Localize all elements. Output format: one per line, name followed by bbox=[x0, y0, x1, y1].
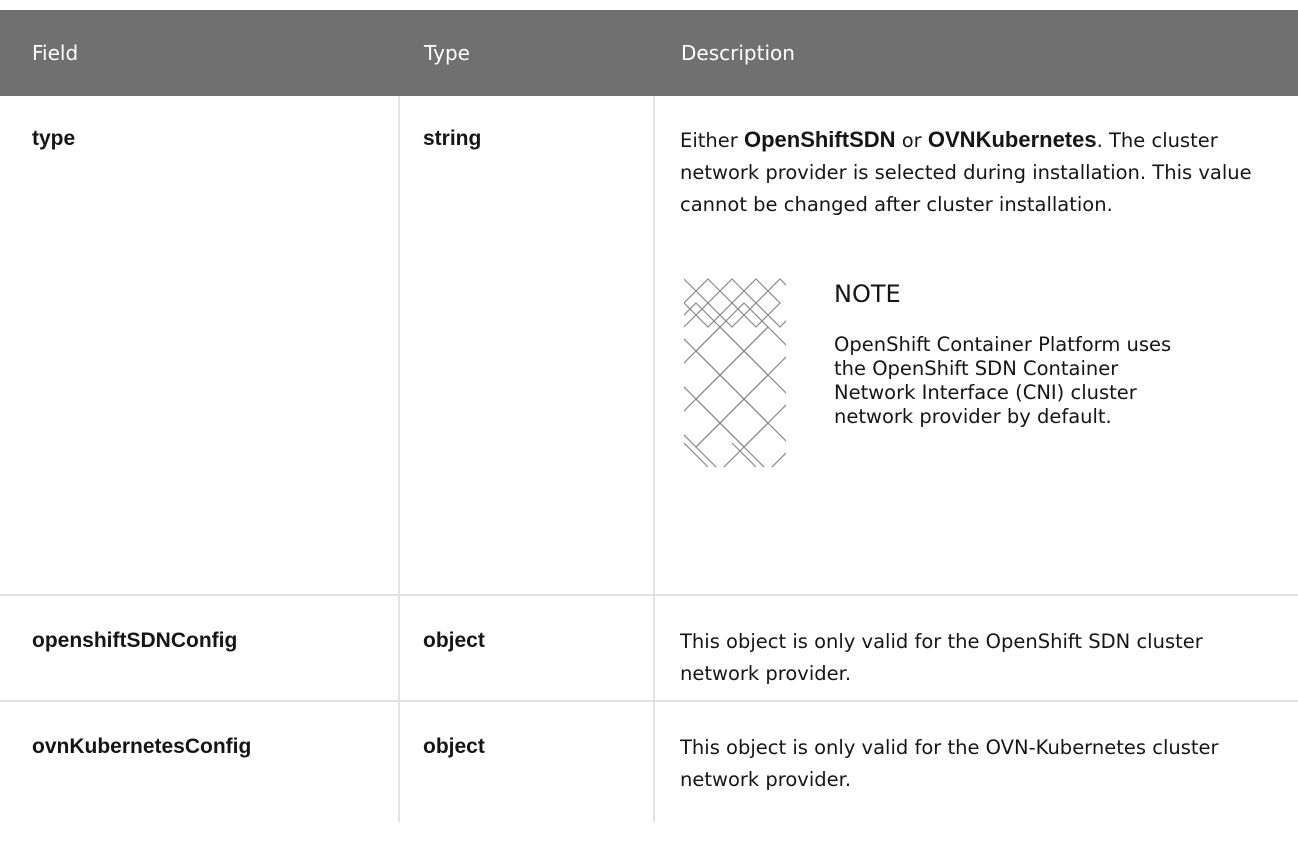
field-name: ovnKubernetesConfig bbox=[0, 702, 400, 822]
field-description: Either OpenShiftSDN or OVNKubernetes. Th… bbox=[655, 96, 1298, 594]
table-row: type string Either OpenShiftSDN or OVNKu… bbox=[0, 96, 1298, 596]
description-text: Either OpenShiftSDN or OVNKubernetes. Th… bbox=[680, 124, 1278, 221]
description-prefix: Either bbox=[680, 129, 744, 152]
field-description: This object is only valid for the OVN-Ku… bbox=[680, 736, 1219, 791]
description-bold-openshiftsdn: OpenShiftSDN bbox=[743, 127, 896, 152]
table-header: Field Type Description bbox=[0, 10, 1298, 96]
header-type: Type bbox=[424, 41, 470, 65]
field-table: Field Type Description type string Eithe… bbox=[0, 10, 1298, 822]
table-row: openshiftSDNConfig object This object is… bbox=[0, 596, 1298, 702]
description-bold-ovnkubernetes: OVNKubernetes bbox=[927, 127, 1097, 152]
description-middle: or bbox=[895, 129, 928, 152]
note-text: OpenShift Container Platform uses the Op… bbox=[834, 333, 1172, 428]
note-pattern-icon bbox=[684, 278, 786, 467]
note-body: NOTE OpenShift Container Platform uses t… bbox=[834, 273, 1190, 467]
field-description: This object is only valid for the OpenSh… bbox=[680, 630, 1203, 685]
header-description: Description bbox=[681, 41, 795, 65]
note-admonition: NOTE OpenShift Container Platform uses t… bbox=[684, 273, 1278, 467]
field-type: object bbox=[400, 702, 655, 822]
field-type: string bbox=[400, 96, 655, 594]
field-name: openshiftSDNConfig bbox=[0, 596, 400, 700]
note-title: NOTE bbox=[834, 280, 901, 308]
header-field: Field bbox=[32, 41, 79, 65]
table-row: ovnKubernetesConfig object This object i… bbox=[0, 702, 1298, 822]
field-name: type bbox=[0, 96, 400, 594]
field-type: object bbox=[400, 596, 655, 700]
